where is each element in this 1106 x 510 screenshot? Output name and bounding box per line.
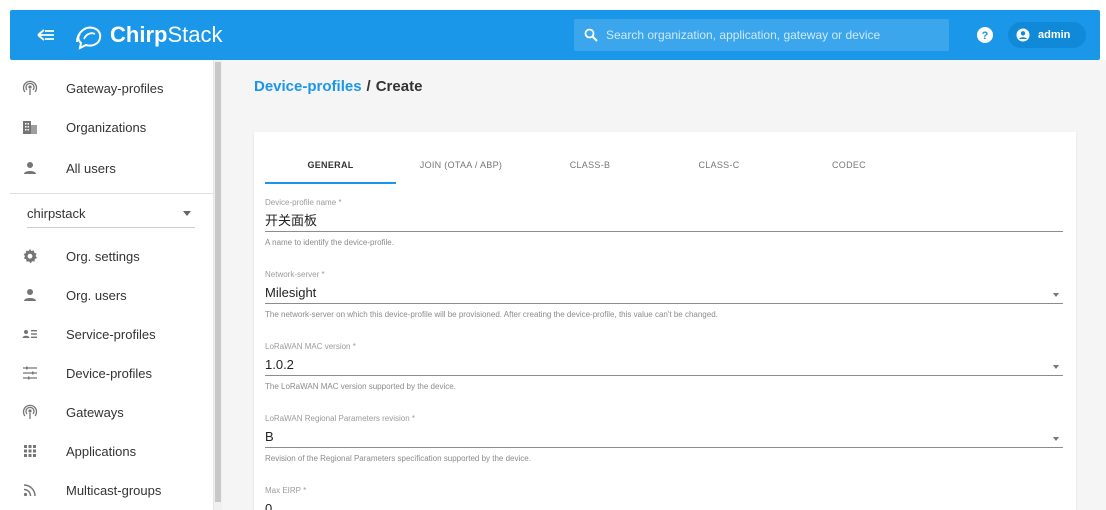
main-content: Device-profiles / Create GENERAL JOIN (OTA… (222, 60, 1106, 510)
breadcrumb: Device-profiles / Create (254, 78, 422, 95)
search-box[interactable] (574, 19, 949, 51)
tab-general[interactable]: GENERAL (265, 148, 396, 184)
collapse-menu-icon[interactable] (36, 24, 58, 46)
chevron-down-icon (1053, 437, 1059, 441)
chevron-down-icon (183, 211, 191, 216)
breadcrumb-current: Create (375, 78, 423, 95)
chevron-down-icon (1053, 293, 1059, 297)
app-name: ChirpStack (110, 22, 223, 47)
organization-icon (22, 119, 38, 135)
sidebar-item-organizations[interactable]: Organizations (10, 108, 214, 146)
chirpstack-logo[interactable]: ChirpStack (72, 19, 222, 51)
sidebar-item-all-users[interactable]: All users (10, 149, 214, 187)
field-label: LoRaWAN Regional Parameters revision * (265, 414, 415, 423)
organization-selector[interactable]: chirpstack (27, 200, 195, 228)
sidebar-item-org-users[interactable]: Org. users (10, 276, 214, 314)
sidebar-item-multicast-groups[interactable]: Multicast-groups (10, 471, 214, 509)
mac-version-field: LoRaWAN MAC version * 1.0.2 The LoRaWAN … (265, 342, 1063, 391)
sidebar-item-label: All users (66, 160, 116, 176)
sidebar-divider (10, 193, 214, 194)
device-profile-name-field: Device-profile name * 开关面板 A name to ide… (265, 198, 1063, 247)
service-profile-icon (22, 326, 38, 342)
field-help-text: The network-server on which this device-… (265, 310, 718, 319)
sidebar-item-device-profiles[interactable]: Device-profiles (10, 354, 214, 392)
field-help-text: A name to identify the device-profile. (265, 238, 394, 247)
rss-icon (22, 482, 38, 498)
sidebar-item-label: Service-profiles (66, 326, 156, 342)
help-icon[interactable]: ? (976, 26, 994, 49)
chirpstack-logo-icon (76, 26, 102, 50)
field-help-text: Revision of the Regional Parameters spec… (265, 454, 531, 463)
gear-icon (22, 248, 38, 264)
sidebar-item-label: Org. users (66, 287, 127, 303)
username: admin (1038, 29, 1071, 41)
form-card: GENERAL JOIN (OTAA / ABP) CLASS-B CLASS-… (254, 132, 1076, 510)
field-label: Network-server * (265, 270, 325, 279)
app-header: ChirpStack ? admin (10, 10, 1100, 60)
network-server-value: Milesight (265, 285, 317, 300)
gateway-profile-icon (22, 80, 38, 96)
field-label: LoRaWAN MAC version * (265, 342, 356, 351)
svg-text:?: ? (982, 30, 989, 42)
breadcrumb-separator: / (366, 78, 371, 95)
sidebar-item-gateways[interactable]: Gateways (10, 393, 214, 431)
sidebar-item-org-settings[interactable]: Org. settings (10, 237, 214, 275)
device-profile-name-input[interactable]: 开关面板 (265, 212, 1063, 232)
field-help-text: The LoRaWAN MAC version supported by the… (265, 382, 456, 391)
user-menu-button[interactable]: admin (1008, 22, 1086, 48)
sidebar-item-applications[interactable]: Applications (10, 432, 214, 470)
user-icon (22, 287, 38, 303)
account-circle-icon (1016, 28, 1030, 42)
chevron-down-icon (1053, 365, 1059, 369)
tab-join[interactable]: JOIN (OTAA / ABP) (396, 148, 526, 182)
regional-params-field: LoRaWAN Regional Parameters revision * B… (265, 414, 1063, 463)
search-input[interactable] (606, 28, 926, 42)
apps-grid-icon (22, 443, 38, 459)
user-icon (22, 160, 38, 176)
sidebar-item-label: Org. settings (66, 248, 140, 264)
organization-selector-value: chirpstack (27, 206, 86, 221)
regional-params-value: B (265, 429, 274, 444)
breadcrumb-link-device-profiles[interactable]: Device-profiles (254, 78, 362, 95)
device-profile-icon (22, 365, 38, 381)
field-label: Device-profile name * (265, 198, 342, 207)
sidebar-item-label: Organizations (66, 119, 147, 135)
mac-version-value: 1.0.2 (265, 357, 294, 372)
max-eirp-field: Max EIRP * 0 (265, 486, 1063, 510)
sidebar: Gateway-profiles Organizations All users… (10, 60, 214, 510)
sidebar-item-service-profiles[interactable]: Service-profiles (10, 315, 214, 353)
sidebar-item-label: Gateways (66, 404, 124, 420)
sidebar-item-label: Device-profiles (66, 365, 152, 381)
network-server-field: Network-server * Milesight The network-s… (265, 270, 1063, 319)
network-server-select[interactable]: Milesight (265, 284, 1063, 304)
tab-codec[interactable]: CODEC (784, 148, 914, 182)
gateway-icon (22, 404, 38, 420)
search-icon (584, 28, 598, 42)
sidebar-item-gateway-profiles[interactable]: Gateway-profiles (10, 69, 214, 107)
tab-bar: GENERAL JOIN (OTAA / ABP) CLASS-B CLASS-… (265, 148, 1045, 184)
field-label: Max EIRP * (265, 486, 307, 495)
sidebar-item-label: Gateway-profiles (66, 80, 164, 96)
tab-class-c[interactable]: CLASS-C (654, 148, 784, 182)
tab-class-b[interactable]: CLASS-B (526, 148, 654, 182)
sidebar-item-label: Applications (66, 443, 137, 459)
sidebar-scrollbar-thumb[interactable] (215, 62, 221, 502)
mac-version-select[interactable]: 1.0.2 (265, 356, 1063, 376)
max-eirp-input[interactable]: 0 (265, 500, 1063, 510)
regional-params-select[interactable]: B (265, 428, 1063, 448)
sidebar-item-label: Multicast-groups (66, 482, 162, 498)
